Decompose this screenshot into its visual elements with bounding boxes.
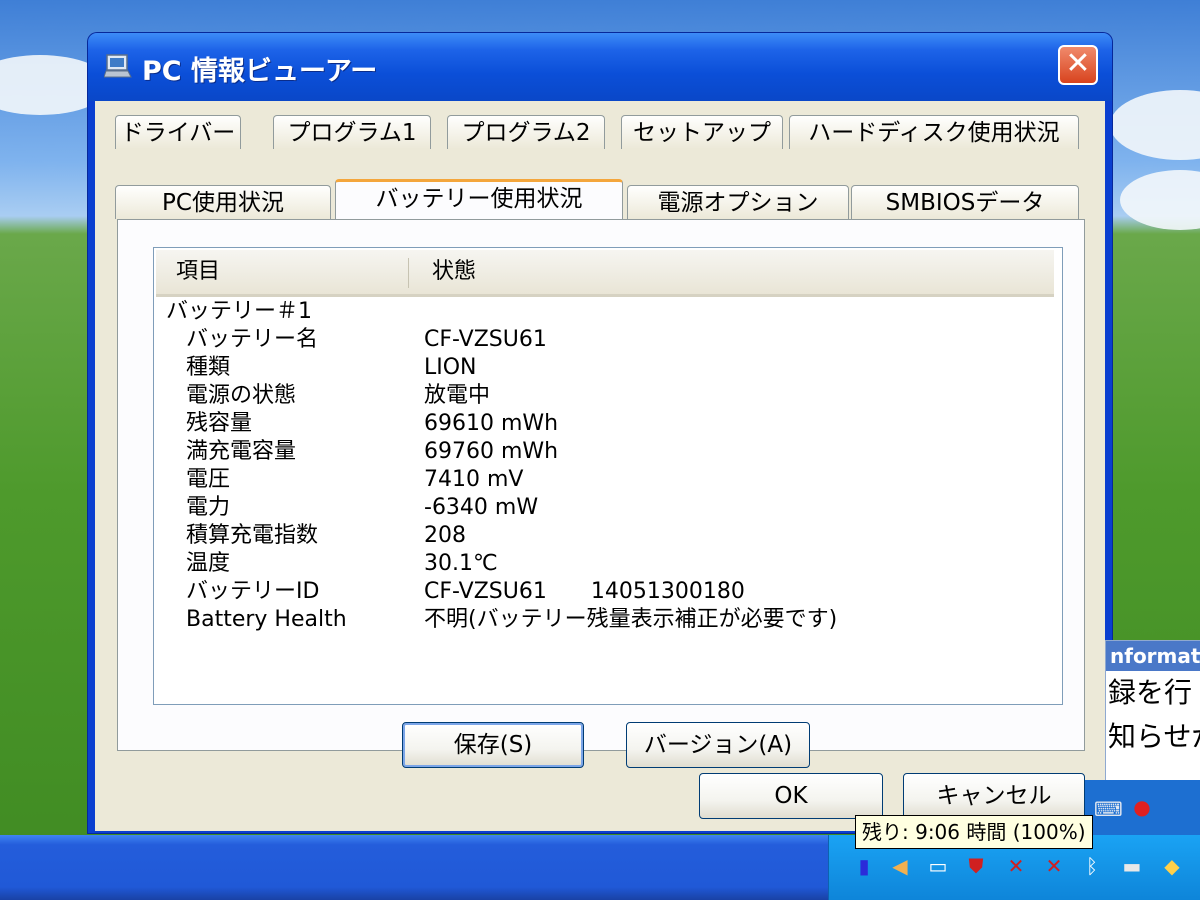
display-settings-icon[interactable]: ◆ — [1160, 854, 1184, 878]
security-shield-icon[interactable]: ⛊ — [964, 854, 988, 878]
item-value: 69610 mWh — [424, 411, 559, 436]
version-button-label: バージョン(A) — [643, 732, 793, 758]
tab-smbios-data[interactable]: SMBIOSデータ — [851, 185, 1079, 219]
tab-pc-usage[interactable]: PC使用状況 — [115, 185, 331, 219]
save-button[interactable]: 保存(S) — [402, 722, 584, 768]
speaker-icon[interactable]: ◀ — [888, 854, 912, 878]
cancel-button-label: キャンセル — [936, 783, 1052, 809]
background-panel-line: 録を行 — [1108, 676, 1193, 709]
item-name: バッテリーID — [186, 579, 320, 604]
close-icon: ✕ — [1065, 46, 1091, 81]
dialog-client-area: ドライバー プログラム1 プログラム2 セットアップ ハードディスク使用状況 P… — [95, 101, 1105, 831]
item-value: 7410 mV — [424, 467, 524, 492]
tab-label: ドライバー — [120, 120, 236, 146]
item-value: -6340 mW — [424, 495, 539, 520]
item-name: Battery Health — [186, 607, 347, 632]
tab-drivers[interactable]: ドライバー — [115, 115, 241, 149]
item-name: 電源の状態 — [186, 383, 297, 408]
column-separator[interactable] — [408, 258, 409, 288]
tab-label: プログラム2 — [461, 120, 591, 146]
item-value: CF-VZSU61 14051300180 — [424, 579, 745, 604]
group-label: バッテリー＃1 — [166, 299, 312, 324]
item-value: 放電中 — [424, 383, 491, 408]
item-name: 種類 — [186, 355, 231, 380]
ok-button[interactable]: OK — [699, 773, 883, 819]
usb-device-icon[interactable]: ▬ — [1120, 854, 1144, 878]
tab-programs-2[interactable]: プログラム2 — [447, 115, 605, 149]
version-button[interactable]: バージョン(A) — [626, 722, 810, 768]
column-header-item[interactable]: 項目 — [176, 250, 220, 294]
tab-label: PC使用状況 — [162, 190, 284, 216]
tab-label: SMBIOSデータ — [885, 190, 1045, 216]
tab-label: ハードディスク使用状況 — [808, 120, 1060, 146]
item-value: 69760 mWh — [424, 439, 559, 464]
item-value: LION — [424, 355, 477, 380]
ok-button-label: OK — [774, 783, 808, 809]
item-name: 積算充電指数 — [186, 523, 319, 548]
title-bar[interactable]: PC 情報ビューアー ✕ — [88, 33, 1112, 101]
chat-icon[interactable]: ▭ — [926, 854, 950, 878]
tooltip-text: 残り: 9:06 時間 (100%) — [862, 820, 1086, 844]
item-name: バッテリー名 — [186, 327, 319, 352]
save-button-label: 保存(S) — [453, 732, 533, 758]
window-title: PC 情報ビューアー — [142, 56, 378, 87]
close-button[interactable]: ✕ — [1058, 45, 1098, 85]
column-header-status[interactable]: 状態 — [432, 250, 476, 294]
network-disconnected-icon[interactable]: ✕ — [1004, 854, 1028, 878]
app-icon — [104, 54, 132, 78]
tab-label: 電源オプション — [657, 190, 819, 216]
cancel-button[interactable]: キャンセル — [903, 773, 1085, 819]
item-value: 208 — [424, 523, 466, 548]
tab-setup[interactable]: セットアップ — [621, 115, 783, 149]
item-name: 温度 — [186, 551, 231, 576]
battery-icon[interactable]: ▮ — [852, 854, 876, 878]
notification-icon[interactable]: ● — [1130, 795, 1154, 819]
item-name: 満充電容量 — [186, 439, 297, 464]
tab-label: プログラム1 — [287, 120, 417, 146]
item-value: 不明(バッテリー残量表示補正が必要です) — [424, 607, 838, 632]
tab-power-options[interactable]: 電源オプション — [627, 185, 849, 219]
item-name: 残容量 — [186, 411, 253, 436]
item-name: 電力 — [186, 495, 231, 520]
tab-label: バッテリー使用状況 — [375, 186, 583, 212]
desktop-cloud — [1110, 90, 1200, 160]
item-name: 電圧 — [186, 467, 231, 492]
tab-label: セットアップ — [633, 120, 771, 146]
background-info-panel: nformat 録を行 知らせが — [1105, 640, 1200, 782]
keyboard-icon[interactable]: ⌨ — [1094, 797, 1123, 821]
battery-info-list[interactable]: 項目 状態 バッテリー＃1 バッテリー名 CF-VZSU61 種類 LION 電源の… — [153, 247, 1063, 705]
tab-disk-usage[interactable]: ハードディスク使用状況 — [789, 115, 1079, 149]
background-panel-header: nformat — [1106, 641, 1200, 671]
tab-programs-1[interactable]: プログラム1 — [273, 115, 431, 149]
item-value: 30.1℃ — [424, 551, 498, 576]
pc-info-viewer-window: PC 情報ビューアー ✕ ドライバー プログラム1 プログラム2 セットアップ … — [88, 33, 1112, 833]
item-value: CF-VZSU61 — [424, 327, 547, 352]
battery-usage-panel: 項目 状態 バッテリー＃1 バッテリー名 CF-VZSU61 種類 LION 電源の… — [117, 219, 1085, 768]
battery-remaining-tooltip: 残り: 9:06 時間 (100%) — [855, 815, 1093, 849]
desktop-cloud — [1120, 170, 1200, 230]
wireless-disconnected-icon[interactable]: ✕ — [1042, 854, 1066, 878]
background-panel-line: 知らせが — [1108, 720, 1200, 753]
tab-battery-usage[interactable]: バッテリー使用状況 — [335, 179, 623, 219]
bluetooth-icon[interactable]: ᛒ — [1080, 854, 1104, 878]
list-header: 項目 状態 — [156, 250, 1054, 297]
